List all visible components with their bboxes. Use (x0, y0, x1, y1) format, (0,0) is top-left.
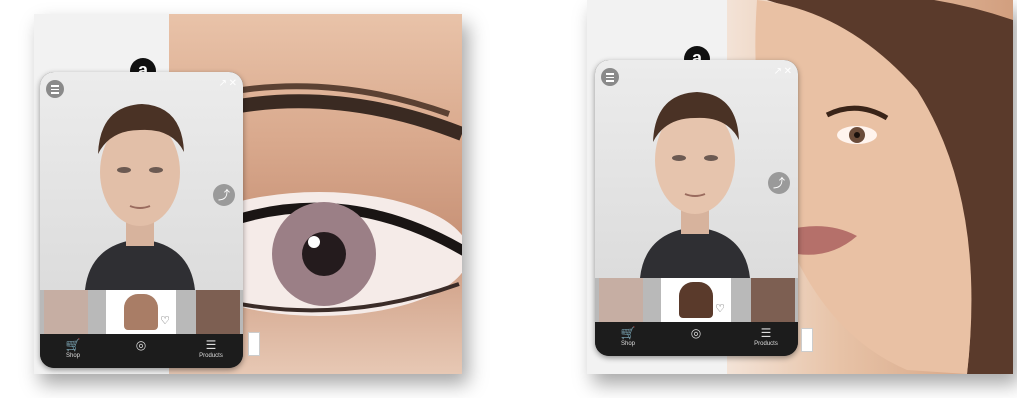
look-thumbnail[interactable] (44, 290, 88, 334)
heart-icon[interactable]: ♡ (715, 302, 725, 315)
user-face-preview (640, 92, 750, 278)
share-icon[interactable]: ⤴ (213, 184, 235, 206)
close-icon[interactable]: ✕ (784, 66, 792, 77)
center-button[interactable]: ◎ (116, 337, 166, 353)
sliders-icon: ☰ (205, 338, 217, 352)
tryon-widget: ↗ ✕ ⤴ ♡ 🛒 Shop ◎ ☰ Products (40, 72, 243, 368)
look-carousel: ♡ (40, 290, 243, 334)
side-tab[interactable] (248, 332, 260, 356)
tryon-widget: ↗ ✕ ⤴ ♡ 🛒 Shop ◎ ☰ Products (595, 60, 798, 356)
shop-button[interactable]: 🛒 Shop (48, 337, 98, 359)
camera-view: ↗ ✕ ⤴ (40, 72, 243, 290)
look-thumbnail[interactable] (196, 290, 240, 334)
bottom-nav: 🛒 Shop ◎ ☰ Products (595, 322, 798, 356)
selected-look-thumbnail[interactable]: ♡ (106, 290, 176, 334)
bottom-nav: 🛒 Shop ◎ ☰ Products (40, 334, 243, 368)
camera-view: ↗ ✕ ⤴ (595, 60, 798, 278)
share-icon[interactable]: ⤴ (768, 172, 790, 194)
menu-icon[interactable] (601, 68, 619, 86)
selected-look-thumbnail[interactable]: ♡ (661, 278, 731, 322)
menu-icon[interactable] (46, 80, 64, 98)
expand-icon[interactable]: ↗ (219, 78, 227, 89)
look-thumbnail[interactable] (751, 278, 795, 322)
expand-icon[interactable]: ↗ (774, 66, 782, 77)
sliders-icon: ☰ (760, 326, 772, 340)
heart-icon[interactable]: ♡ (160, 314, 170, 327)
cart-icon: 🛒 (65, 338, 81, 352)
products-button[interactable]: ☰ Products (186, 337, 236, 359)
side-tab[interactable] (801, 328, 813, 352)
scan-icon: ◎ (690, 326, 702, 340)
promo-card-face: a ↗ ✕ ⤴ ♡ 🛒 Shop ◎ ☰ Products (587, 0, 1013, 374)
products-button[interactable]: ☰ Products (741, 325, 791, 347)
look-thumbnail[interactable] (599, 278, 643, 322)
scan-icon: ◎ (135, 338, 147, 352)
promo-card-eye: a ↗ ✕ ⤴ ♡ 🛒 Shop ◎ ☰ Products (34, 14, 462, 374)
look-carousel: ♡ (595, 278, 798, 322)
cart-icon: 🛒 (620, 326, 636, 340)
shop-button[interactable]: 🛒 Shop (603, 325, 653, 347)
center-button[interactable]: ◎ (671, 325, 721, 341)
close-icon[interactable]: ✕ (229, 78, 237, 89)
user-face-preview (85, 104, 195, 290)
